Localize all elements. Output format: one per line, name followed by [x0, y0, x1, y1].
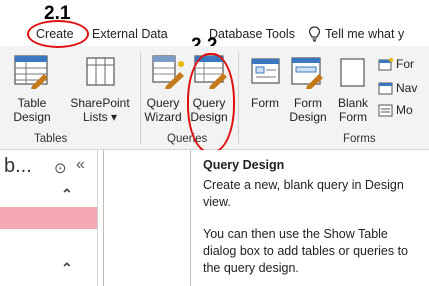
sharepoint-lists-button[interactable]: SharePoint Lists ▾	[66, 96, 134, 124]
table-design-button[interactable]: Table Design	[6, 96, 58, 124]
tooltip-description: Create a new, blank query in Design view…	[203, 178, 404, 209]
form-design-icon	[291, 57, 325, 94]
blank-form-label-2: Form	[339, 110, 367, 124]
query-wizard-icon	[152, 55, 186, 94]
form-wizard-icon	[378, 57, 394, 77]
navigation-label[interactable]: Nav	[396, 81, 417, 95]
work-area-border	[103, 150, 104, 286]
tooltip-details: You can then use the Show Table dialog b…	[203, 227, 408, 275]
sharepoint-lists-icon	[86, 57, 116, 92]
tell-me-search[interactable]: Tell me what y	[325, 27, 404, 41]
query-design-tooltip: Query Design Create a new, blank query i…	[190, 150, 429, 286]
group-label-tables: Tables	[34, 133, 68, 145]
group-collapse-icon[interactable]: ⌃	[61, 260, 73, 277]
sharepoint-label-1: SharePoint	[70, 96, 130, 110]
navigation-icon	[378, 81, 394, 101]
group-label-forms: Forms	[343, 133, 376, 145]
blank-form-button[interactable]: Blank Form	[333, 96, 373, 124]
nav-dropdown-icon[interactable]: ⊙	[54, 159, 67, 177]
group-separator	[140, 52, 141, 144]
form-design-label-2: Design	[289, 110, 327, 124]
form-label-1: Form	[251, 96, 279, 110]
sharepoint-label-2: Lists ▾	[82, 110, 118, 124]
blank-form-icon	[340, 58, 366, 93]
group-collapse-icon[interactable]: ⌃	[61, 186, 73, 203]
collapse-pane-icon[interactable]: «	[76, 156, 85, 174]
tab-external-data[interactable]: External Data	[92, 27, 168, 41]
table-design-label-1: Table	[17, 96, 47, 110]
form-wizard-label[interactable]: For	[396, 57, 414, 71]
table-design-label-2: Design	[13, 110, 51, 124]
highlight-circle-create	[27, 20, 89, 48]
form-icon	[251, 58, 281, 91]
group-separator	[238, 52, 239, 144]
nav-pane-title: b...	[4, 155, 32, 177]
table-design-icon	[14, 55, 50, 94]
lightbulb-icon	[308, 26, 321, 47]
tab-database-tools[interactable]: Database Tools	[209, 27, 295, 41]
query-wizard-button[interactable]: Query Wizard	[141, 96, 185, 124]
form-button[interactable]: Form	[243, 96, 287, 110]
query-wizard-label-1: Query	[146, 96, 180, 110]
form-design-label-1: Form	[294, 96, 322, 110]
more-forms-label[interactable]: Mo	[396, 103, 413, 117]
query-wizard-label-2: Wizard	[144, 110, 182, 124]
highlight-circle-query-design	[187, 53, 235, 153]
blank-form-label-1: Blank	[337, 96, 369, 110]
selected-group-bar[interactable]	[0, 207, 97, 229]
form-design-button[interactable]: Form Design	[286, 96, 330, 124]
more-forms-icon	[378, 103, 394, 123]
tooltip-title: Query Design	[203, 158, 285, 172]
